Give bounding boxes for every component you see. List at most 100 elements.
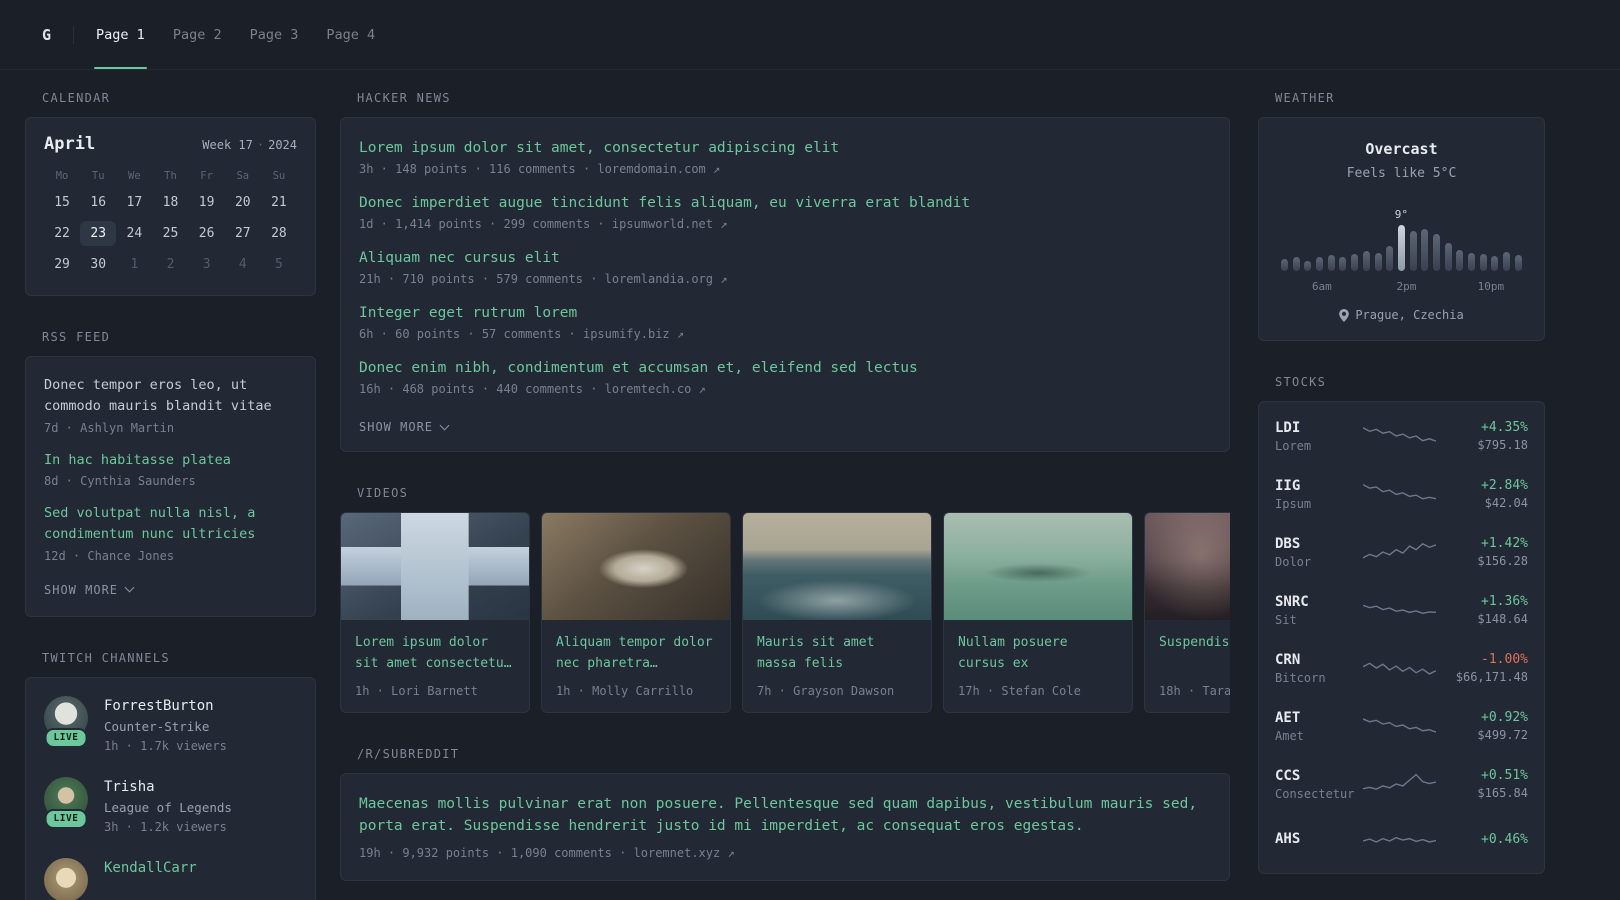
tab-page-4[interactable]: Page 4	[312, 0, 389, 69]
calendar-day-selected: 23	[80, 221, 117, 246]
calendar-day-next-month: 5	[275, 257, 283, 272]
hn-item-link[interactable]: Aliquam nec cursus elit	[359, 250, 1211, 266]
reddit-post-link[interactable]: Maecenas mollis pulvinar erat non posuer…	[359, 794, 1211, 838]
channel-name: ForrestBurton	[104, 697, 214, 714]
calendar-month: April	[44, 134, 96, 154]
video-card-body: Suspendisse diam 18h · Tara	[1145, 620, 1230, 712]
video-card[interactable]: Lorem ipsum dolor sit amet consectetu… 1…	[340, 512, 530, 713]
stock-sparkline	[1363, 537, 1436, 567]
app-logo[interactable]: G	[42, 25, 75, 44]
video-title: Lorem ipsum dolor sit amet consectetu…	[355, 635, 512, 672]
twitch-widget: LIVE ForrestBurton Counter-Strike 1h · 1…	[25, 676, 316, 900]
weather-bar	[1409, 231, 1417, 271]
live-badge: LIVE	[44, 727, 88, 748]
weather-condition: Overcast	[1365, 140, 1438, 158]
stock-name: Amet	[1275, 728, 1304, 743]
video-card[interactable]: Mauris sit amet massa felis 7h · Grayson…	[742, 512, 932, 713]
stock-price: $42.04	[1484, 496, 1528, 510]
hn-item-link[interactable]: Lorem ipsum dolor sit amet, consectetur …	[359, 140, 1211, 156]
stock-values: +1.36% $148.64	[1436, 594, 1528, 626]
rss-item-link[interactable]: Sed volutpat nulla nisl, a condimentum n…	[44, 503, 297, 546]
hn-item-meta: 21h · 710 points · 579 comments · loreml…	[359, 272, 728, 286]
weekday-label: Su	[272, 170, 286, 182]
hn-item-meta: 3h · 148 points · 116 comments · loremdo…	[359, 162, 721, 176]
stock-id: SNRC Sit	[1275, 594, 1363, 627]
stock-row[interactable]: CRN Bitcorn -1.00% $66,171.48	[1275, 639, 1528, 697]
stock-sparkline	[1363, 769, 1436, 799]
weather-bar	[1304, 261, 1312, 271]
stocks-section: STOCKS LDI Lorem +4.35% $795.18 IIG Ipsu…	[1258, 375, 1545, 874]
weather-bar	[1468, 253, 1475, 271]
section-title-twitch: TWITCH CHANNELS	[42, 650, 170, 665]
weather-bar	[1421, 229, 1429, 271]
stock-row[interactable]: CCS Consectetur +0.51% $165.84	[1275, 755, 1528, 813]
stock-row[interactable]: AET Amet +0.92% $499.72	[1275, 697, 1528, 755]
calendar-day-next-month: 2	[166, 257, 175, 272]
stock-row[interactable]: SNRC Sit +1.36% $148.64	[1275, 581, 1528, 639]
tab-page-1[interactable]: Page 1	[82, 0, 159, 69]
stock-sparkline	[1363, 421, 1436, 451]
hn-show-more-button[interactable]: SHOW MORE	[359, 420, 450, 434]
weather-bar	[1362, 251, 1370, 271]
rss-item-link[interactable]: In hac habitasse platea	[44, 450, 297, 471]
weather-location: Prague, Czechia	[1279, 308, 1524, 322]
twitch-channel-row[interactable]: LIVE ForrestBurton Counter-Strike 1h · 1…	[44, 695, 297, 753]
stock-change: +4.35%	[1481, 420, 1528, 435]
rss-item-link[interactable]: Donec tempor eros leo, ut commodo mauris…	[44, 375, 297, 418]
hn-item-link[interactable]: Donec enim nibh, condimentum et accumsan…	[359, 360, 1211, 376]
rss-item-meta: 12d · Chance Jones	[44, 548, 175, 563]
left-column: CALENDAR April Week 17 · 2024 Mo Tu We Th …	[25, 91, 316, 900]
hn-item-link[interactable]: Integer eget rutrum lorem	[359, 305, 1211, 321]
weather-bar	[1327, 255, 1335, 271]
separator-dot: ·	[256, 138, 265, 152]
stock-row[interactable]: DBS Dolor +1.42% $156.28	[1275, 523, 1528, 581]
hn-item: Aliquam nec cursus elit 21h · 710 points…	[359, 250, 1211, 286]
channel-info: KendallCarr	[104, 858, 197, 876]
video-card[interactable]: Suspendisse diam 18h · Tara	[1144, 512, 1230, 713]
hn-item-meta: 6h · 60 points · 57 comments · ipsumify.…	[359, 327, 685, 341]
hackernews-widget: Lorem ipsum dolor sit amet, consectetur …	[340, 117, 1230, 452]
stock-row[interactable]: LDI Lorem +4.35% $795.18	[1275, 407, 1528, 465]
section-title-subreddit: /R/SUBREDDIT	[357, 747, 460, 761]
weather-bar	[1316, 257, 1324, 271]
tab-page-2[interactable]: Page 2	[159, 0, 236, 69]
stock-change: +1.36%	[1481, 594, 1528, 609]
rss-show-more-button[interactable]: SHOW MORE	[44, 583, 135, 597]
video-title: Suspendisse diam	[1159, 635, 1230, 650]
video-card-body: Mauris sit amet massa felis 7h · Grayson…	[743, 620, 931, 712]
section-title-weather: WEATHER	[1275, 91, 1335, 105]
video-card[interactable]: Aliquam tempor dolor nec pharetra… 1h · …	[541, 512, 731, 713]
stock-row[interactable]: AHS +0.46%	[1275, 813, 1528, 868]
twitch-channel-row[interactable]: KendallCarr	[44, 857, 297, 900]
calendar-day-next-month: 1	[130, 257, 139, 272]
video-card-row: Lorem ipsum dolor sit amet consectetu… 1…	[340, 512, 1230, 713]
stock-sparkline	[1363, 479, 1436, 509]
video-meta: 17h · Stefan Cole	[958, 684, 1081, 698]
video-card[interactable]: Nullam posuere cursus ex 17h · Stefan Co…	[943, 512, 1133, 713]
stock-values: +0.51% $165.84	[1436, 768, 1528, 800]
calendar-day: 19	[198, 195, 215, 210]
stock-row[interactable]: IIG Ipsum +2.84% $42.04	[1275, 465, 1528, 523]
calendar-day: 17	[126, 195, 143, 210]
twitch-section: TWITCH CHANNELS LIVE ForrestBurton Count…	[25, 651, 316, 900]
right-column: WEATHER Overcast Feels like 5°C 9° 6am 2…	[1258, 91, 1545, 900]
calendar-day: 25	[162, 226, 179, 241]
video-thumbnail	[542, 513, 730, 620]
channel-game: League of Legends	[104, 799, 232, 815]
stock-sparkline	[1363, 595, 1436, 625]
video-thumbnail	[743, 513, 931, 620]
main-content: CALENDAR April Week 17 · 2024 Mo Tu We Th …	[0, 70, 1620, 900]
page-tabs: Page 1 Page 2 Page 3 Page 4	[82, 0, 389, 69]
calendar-day: 30	[90, 257, 107, 272]
video-title: Aliquam tempor dolor nec pharetra…	[556, 635, 713, 672]
weekday-label: Tu	[91, 170, 105, 182]
calendar-week-label: Week 17	[202, 138, 253, 152]
twitch-channel-row[interactable]: LIVE Trisha League of Legends 3h · 1.2k …	[44, 776, 297, 834]
top-nav: G Page 1 Page 2 Page 3 Page 4	[0, 0, 1620, 70]
stock-change: +2.84%	[1481, 478, 1528, 493]
weather-bar	[1339, 257, 1347, 271]
tab-page-3[interactable]: Page 3	[236, 0, 313, 69]
stock-name: Lorem	[1275, 438, 1312, 453]
hn-item-link[interactable]: Donec imperdiet augue tincidunt felis al…	[359, 195, 1211, 211]
weather-bars: 9°	[1279, 207, 1524, 271]
